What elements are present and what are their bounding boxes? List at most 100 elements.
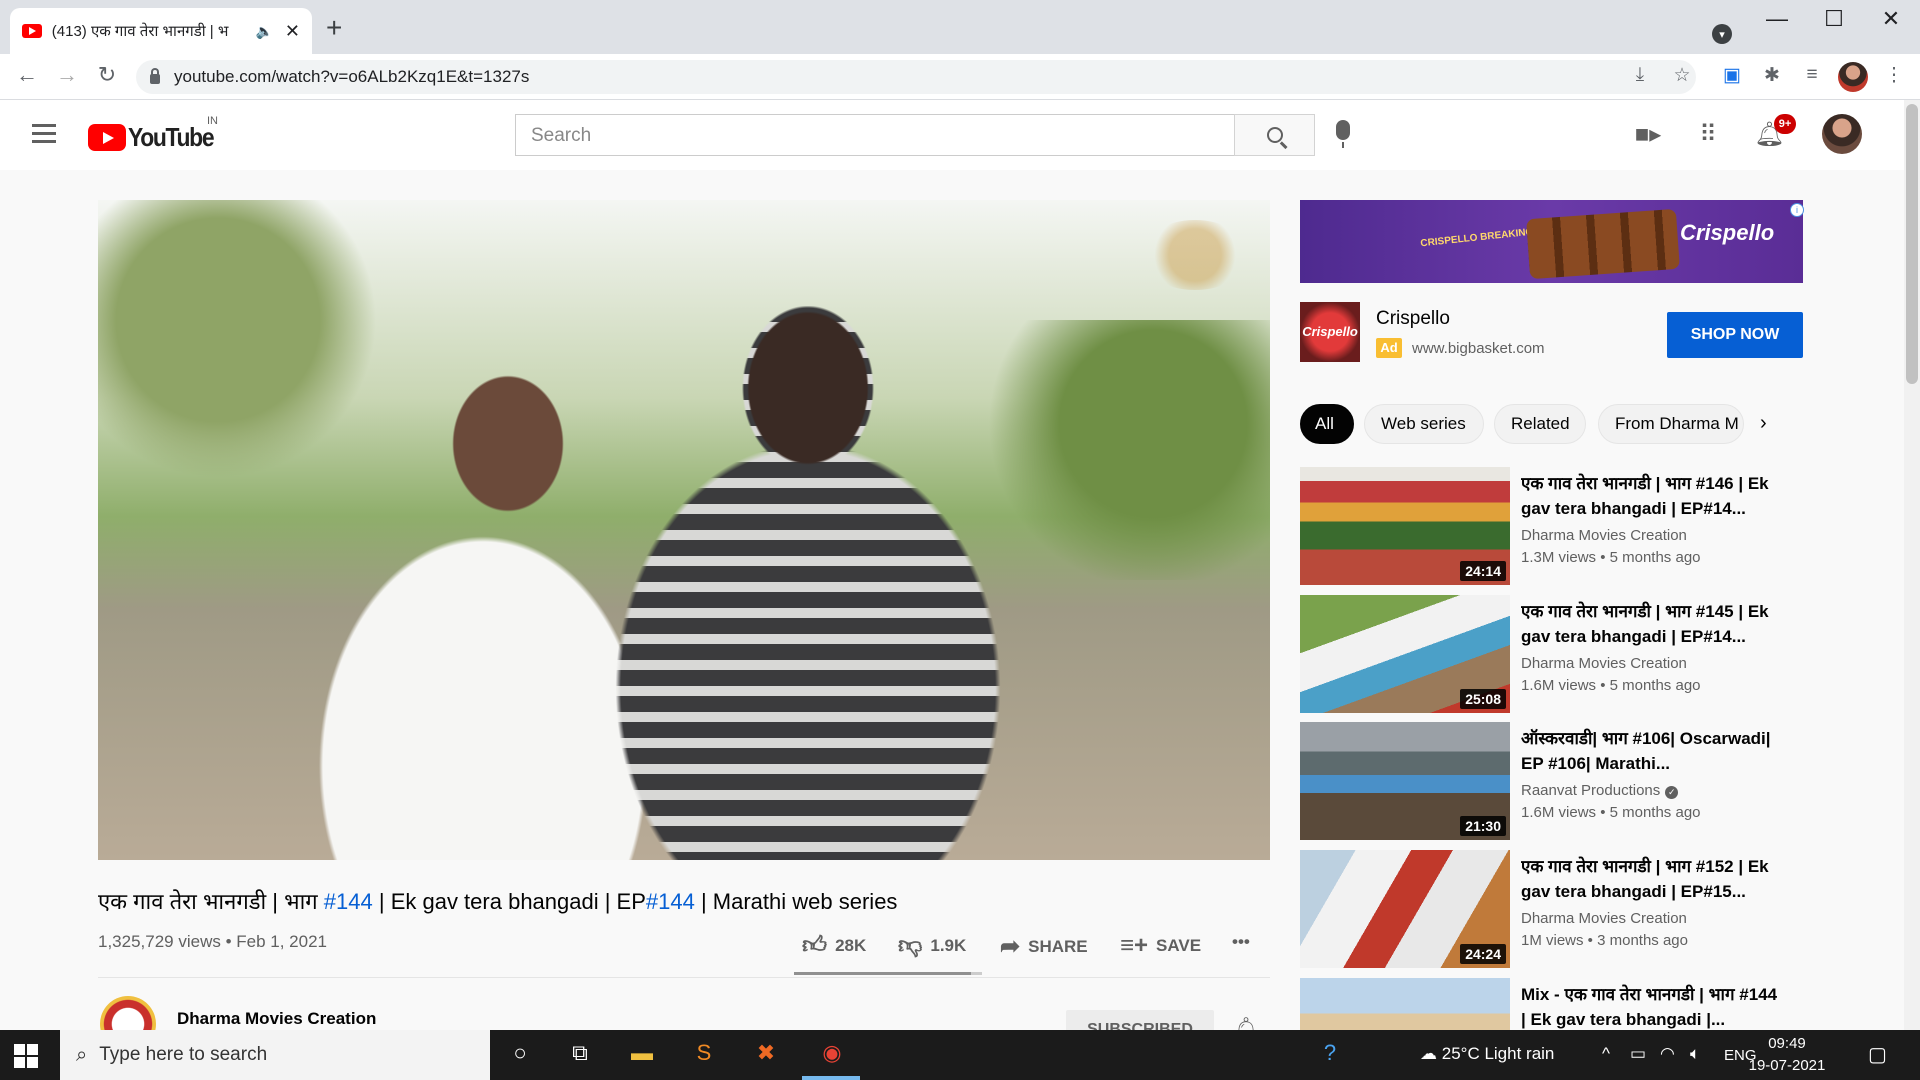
youtube-logo[interactable]: YouTube: [88, 122, 225, 153]
shop-now-button[interactable]: SHOP NOW: [1667, 312, 1803, 358]
video-views-date: 1,325,729 views • Feb 1, 2021: [98, 932, 327, 951]
channel-watermark: [1140, 220, 1250, 290]
recommendation-item[interactable]: 21:30 ऑस्करवाडी| भाग #106| Oscarwadi| EP…: [1300, 722, 1810, 840]
bookmark-star-icon[interactable]: ☆: [1668, 64, 1696, 87]
ad-info-icon[interactable]: i: [1790, 203, 1804, 217]
new-tab-button[interactable]: +: [326, 12, 342, 44]
video-thumbnail[interactable]: 24:24: [1300, 850, 1510, 968]
recommendation-title[interactable]: ऑस्करवाडी| भाग #106| Oscarwadi| EP #106|…: [1521, 726, 1786, 776]
share-button[interactable]: ➦ SHARE: [1000, 932, 1088, 961]
clock-time[interactable]: 09:49: [1747, 1035, 1827, 1052]
country-code: IN: [207, 115, 218, 127]
advertiser-name[interactable]: Crispello: [1376, 308, 1450, 330]
recommendation-channel[interactable]: Raanvat Productions ✓: [1521, 782, 1679, 799]
search-input[interactable]: Search: [515, 114, 1235, 156]
volume-icon[interactable]: 🔈︎: [1690, 1044, 1700, 1064]
sublime-text-icon[interactable]: S: [684, 1040, 724, 1070]
recommendation-title[interactable]: Mix - एक गाव तेरा भानगडी | भाग #144 | Ek…: [1521, 982, 1786, 1030]
recommendation-item[interactable]: 25:08 एक गाव तेरा भानगडी | भाग #145 | Ek…: [1300, 595, 1810, 713]
back-arrow-icon[interactable]: ←: [12, 62, 42, 88]
microphone-icon[interactable]: [1336, 120, 1350, 148]
ad-banner[interactable]: CRISPELLO BREAKING EQUAL SHARING Crispel…: [1300, 200, 1803, 283]
dislike-button[interactable]: 👎︎ 1.9K: [898, 932, 966, 960]
chrome-menu-icon[interactable]: ⋮: [1880, 64, 1908, 87]
create-video-icon[interactable]: ■▸: [1634, 120, 1662, 148]
address-bar[interactable]: youtube.com/watch?v=o6ALb2Kzq1E&t=1327s: [136, 60, 1696, 94]
add-to-playlist-icon: ≡+: [1120, 932, 1149, 959]
recommendation-item[interactable]: 24:24 एक गाव तेरा भानगडी | भाग #152 | Ek…: [1300, 850, 1810, 968]
taskbar-search-box[interactable]: ⌕ Type here to search: [60, 1030, 490, 1080]
recommendation-title[interactable]: एक गाव तेरा भानगडी | भाग #146 | Ek gav t…: [1521, 471, 1786, 521]
divider: [98, 977, 1270, 978]
speaker-icon[interactable]: 🔈: [255, 23, 272, 40]
more-actions-button[interactable]: •••: [1232, 932, 1250, 952]
taskbar-search-placeholder: Type here to search: [99, 1044, 268, 1065]
cloud-rain-icon: ☁: [1420, 1044, 1442, 1063]
clock-date[interactable]: 19-07-2021: [1747, 1057, 1827, 1074]
url-text[interactable]: youtube.com/watch?v=o6ALb2Kzq1E&t=1327s: [174, 67, 529, 87]
weather-widget[interactable]: ☁ 25°C Light rain: [1420, 1044, 1554, 1064]
file-explorer-icon[interactable]: ▬: [622, 1040, 662, 1070]
profile-avatar[interactable]: [1838, 62, 1868, 92]
lock-icon[interactable]: [150, 68, 160, 84]
extension-icon[interactable]: ▣: [1718, 64, 1746, 87]
channel-name[interactable]: Dharma Movies Creation: [177, 1009, 376, 1029]
cortana-icon[interactable]: ○: [500, 1040, 540, 1070]
battery-icon[interactable]: ▭: [1630, 1044, 1646, 1064]
chip-from-dharma[interactable]: From Dharma M: [1598, 404, 1744, 444]
notification-center-icon[interactable]: ▢: [1868, 1042, 1887, 1067]
save-button[interactable]: ≡+ SAVE: [1120, 932, 1201, 960]
browser-tab[interactable]: (413) एक गाव तेरा भानगडी | भ 🔈 ✕: [10, 8, 312, 54]
search-button[interactable]: [1234, 114, 1315, 156]
scrollbar-thumb[interactable]: [1906, 104, 1918, 384]
youtube-favicon-icon: [22, 24, 42, 38]
video-thumbnail[interactable]: 21:30: [1300, 722, 1510, 840]
windows-start-icon[interactable]: [14, 1044, 38, 1068]
reload-icon[interactable]: ↻: [92, 62, 122, 88]
media-control-icon[interactable]: ≡: [1798, 64, 1826, 86]
recommendation-channel[interactable]: Dharma Movies Creation: [1521, 655, 1687, 672]
recommendation-channel[interactable]: Dharma Movies Creation: [1521, 910, 1687, 927]
puzzle-icon[interactable]: ✱: [1758, 64, 1786, 87]
minimize-button[interactable]: —: [1754, 6, 1800, 32]
install-app-icon[interactable]: ⤓: [1626, 64, 1654, 86]
save-label: SAVE: [1156, 936, 1202, 955]
chevron-right-icon[interactable]: ›: [1760, 412, 1767, 435]
hashtag-link[interactable]: #144: [646, 889, 695, 914]
close-window-button[interactable]: ✕: [1868, 6, 1914, 32]
video-player[interactable]: [98, 200, 1270, 860]
video-duration: 25:08: [1460, 689, 1506, 709]
search-icon: ⌕: [76, 1043, 88, 1066]
like-ratio-bar: [794, 972, 982, 975]
account-avatar[interactable]: [1822, 114, 1862, 154]
forward-arrow-icon[interactable]: →: [52, 62, 82, 88]
recommendation-item[interactable]: Mix - एक गाव तेरा भानगडी | भाग #144 | Ek…: [1300, 978, 1810, 1030]
recommendation-channel[interactable]: Dharma Movies Creation: [1521, 527, 1687, 544]
chip-web-series[interactable]: Web series: [1364, 404, 1484, 444]
help-icon[interactable]: ?: [1310, 1040, 1350, 1070]
video-frame-person-striped-shirt: [548, 280, 1068, 860]
xampp-icon[interactable]: ✖: [746, 1040, 786, 1070]
tab-close-icon[interactable]: ✕: [285, 21, 300, 42]
chrome-taskbar-icon[interactable]: ◉: [812, 1040, 852, 1070]
apps-grid-icon[interactable]: ⠿: [1694, 120, 1722, 148]
recommendation-title[interactable]: एक गाव तेरा भानगडी | भाग #145 | Ek gav t…: [1521, 599, 1786, 649]
video-duration: 24:14: [1460, 561, 1506, 581]
recommendation-item[interactable]: 24:14 एक गाव तेरा भानगडी | भाग #146 | Ek…: [1300, 467, 1810, 585]
chip-related[interactable]: Related: [1494, 404, 1586, 444]
advertiser-logo[interactable]: Crispello: [1300, 302, 1360, 362]
show-hidden-icons-icon[interactable]: ^: [1602, 1044, 1610, 1064]
hamburger-menu-icon[interactable]: [32, 124, 56, 148]
tab-search-icon[interactable]: ▾: [1712, 24, 1732, 44]
chip-all[interactable]: All: [1300, 404, 1354, 444]
video-duration: 21:30: [1460, 816, 1506, 836]
video-thumbnail[interactable]: 25:08: [1300, 595, 1510, 713]
maximize-button[interactable]: ☐: [1811, 6, 1857, 32]
like-button[interactable]: 👍︎ 28K: [802, 932, 866, 960]
video-thumbnail[interactable]: 24:14: [1300, 467, 1510, 585]
video-thumbnail[interactable]: [1300, 978, 1510, 1030]
hashtag-link[interactable]: #144: [324, 889, 373, 914]
task-view-icon[interactable]: ⧉: [560, 1040, 600, 1070]
recommendation-title[interactable]: एक गाव तेरा भानगडी | भाग #152 | Ek gav t…: [1521, 854, 1786, 904]
wifi-icon[interactable]: ◠: [1660, 1044, 1675, 1064]
